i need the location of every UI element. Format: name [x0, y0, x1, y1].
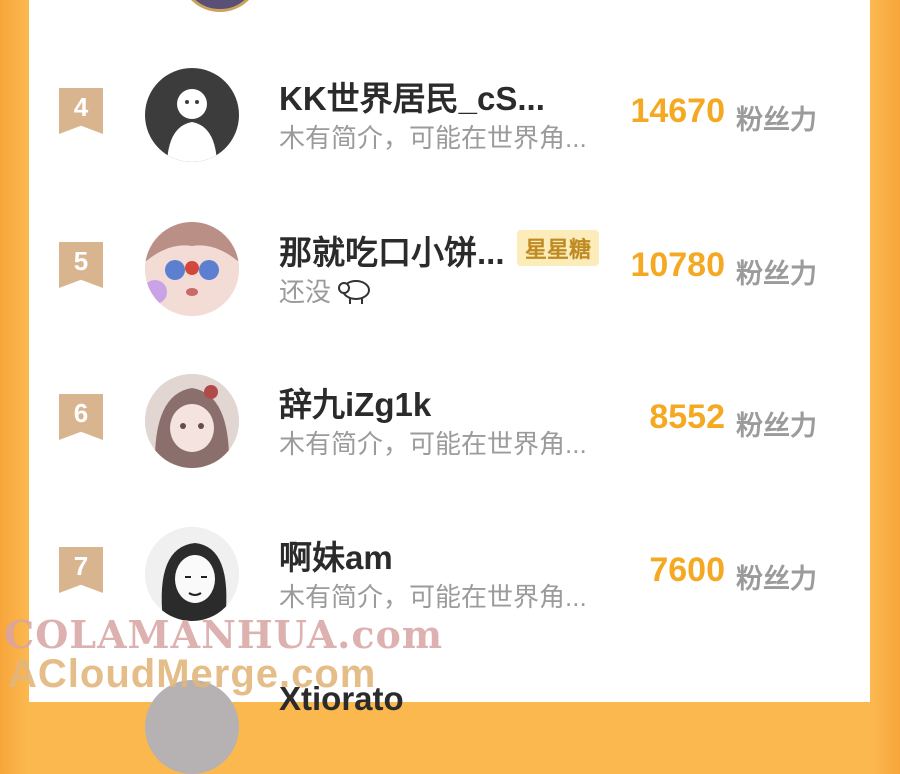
leaderboard-row[interactable]: 5 那就吃口小饼... 星星糖 还没 10780 粉丝力	[29, 222, 870, 322]
watermark: COLAMANHUA.com	[4, 612, 444, 657]
avatar[interactable]	[145, 222, 239, 316]
fan-score: 10780	[630, 246, 725, 284]
rank-badge: 5	[59, 242, 103, 288]
sheep-icon	[338, 277, 372, 307]
fan-score-unit: 粉丝力	[736, 564, 817, 594]
user-name[interactable]: 辞九iZg1k	[279, 378, 431, 426]
user-bio: 木有简介，可能在世界角...	[279, 582, 587, 612]
rank-badge: 6	[59, 394, 103, 440]
fan-score-unit: 粉丝力	[736, 105, 817, 135]
rank-badge: 7	[59, 547, 103, 593]
fan-score: 7600	[649, 551, 725, 589]
avatar[interactable]	[145, 68, 239, 162]
rank-badge: 4	[59, 88, 103, 134]
user-bio: 还没	[279, 272, 372, 309]
default-avatar-icon	[167, 89, 217, 162]
fan-score-unit: 粉丝力	[736, 259, 817, 289]
leaderboard-row[interactable]: 6 辞九iZg1k 木有简介，可能在世界角... 8552 粉丝力	[29, 374, 870, 474]
fan-score: 8552	[649, 398, 725, 436]
leaderboard-row[interactable]: 4 KK世界居民_cS... 木有简介，可能在世界角... 14670 粉丝力	[29, 68, 870, 168]
user-bio: 木有简介，可能在世界角...	[279, 123, 587, 153]
anime-avatar-icon	[145, 374, 239, 468]
watermark: ACloudMerge.com	[8, 652, 377, 696]
manga-avatar-icon	[145, 527, 239, 621]
user-name[interactable]: KK世界居民_cS...	[279, 72, 545, 120]
fan-score-unit: 粉丝力	[736, 411, 817, 441]
avatar[interactable]	[145, 527, 239, 621]
fan-badge: 星星糖	[517, 230, 600, 266]
user-name[interactable]: 那就吃口小饼...	[279, 226, 505, 274]
avatar[interactable]	[145, 374, 239, 468]
user-bio: 木有简介，可能在世界角...	[279, 429, 587, 459]
leaderboard-panel: 4 KK世界居民_cS... 木有简介，可能在世界角... 14670 粉丝力 …	[29, 0, 870, 702]
user-bio-text: 还没	[279, 277, 332, 307]
avatar-previous[interactable]	[179, 0, 261, 12]
anime-avatar-icon	[145, 222, 239, 316]
user-name[interactable]: 啊妹am	[279, 531, 393, 579]
fan-score: 14670	[630, 92, 725, 130]
